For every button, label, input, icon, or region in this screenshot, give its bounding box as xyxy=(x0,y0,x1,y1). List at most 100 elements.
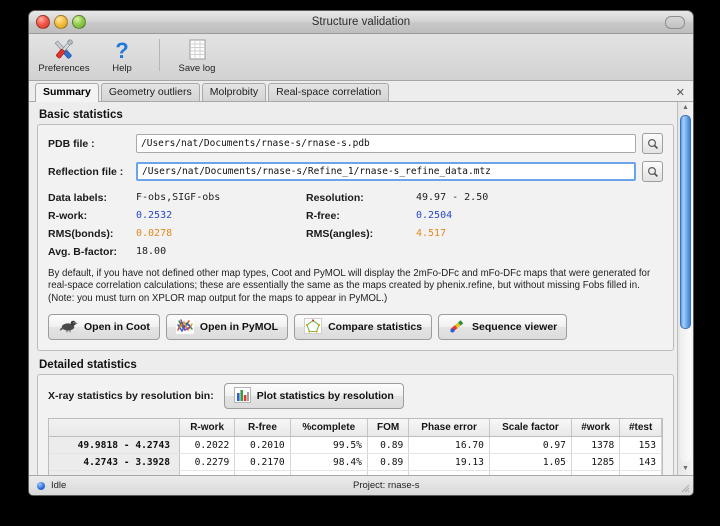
value-r-free: 0.2504 xyxy=(416,210,663,222)
tab-summary[interactable]: Summary xyxy=(35,83,99,102)
status-indicator-icon xyxy=(37,482,45,490)
basic-statistics-grid: Data labels: F-obs,SIGF-obs Resolution: … xyxy=(48,192,663,258)
status-bar: Idle Project: rnase-s xyxy=(29,475,693,495)
label-avg-b-factor: Avg. B-factor: xyxy=(48,246,136,258)
structure-validation-window: Structure validation Preferences xyxy=(28,10,694,496)
magnifier-icon xyxy=(647,166,659,178)
vertical-scrollbar[interactable]: ▲ ▼ xyxy=(677,102,693,475)
tab-real-space-correlation[interactable]: Real-space correlation xyxy=(268,83,389,101)
toolbar-item-save-log[interactable]: Save log xyxy=(168,36,226,74)
col-phase-error: Phase error xyxy=(409,419,490,437)
question-mark-icon: ? xyxy=(111,38,133,62)
compare-statistics-label: Compare statistics xyxy=(328,321,422,333)
cell-fom: 0.89 xyxy=(367,437,408,454)
cell-fom: 0.89 xyxy=(367,454,408,471)
value-data-labels: F-obs,SIGF-obs xyxy=(136,192,306,204)
main-toolbar: Preferences ? Help xyxy=(29,34,693,81)
toolbar-item-help[interactable]: ? Help xyxy=(93,36,151,74)
window-controls xyxy=(36,15,86,29)
cell-r-work: 0.2022 xyxy=(180,437,235,454)
svg-text:?: ? xyxy=(115,38,128,62)
document-grid-icon xyxy=(186,38,208,62)
label-resolution: Resolution: xyxy=(306,192,416,204)
sequence-viewer-label: Sequence viewer xyxy=(472,321,557,333)
open-in-coot-button[interactable]: Open in Coot xyxy=(48,314,160,340)
plot-statistics-button[interactable]: Plot statistics by resolution xyxy=(224,383,404,409)
label-r-free: R-free: xyxy=(306,210,416,222)
scroll-up-arrow-icon[interactable]: ▲ xyxy=(682,102,689,114)
col-fom: FOM xyxy=(367,419,408,437)
close-tab-icon[interactable]: ✕ xyxy=(676,88,685,99)
resolution-bin-table-wrapper: R-work R-free %complete FOM Phase error … xyxy=(48,418,663,475)
resize-grip-icon[interactable] xyxy=(679,482,690,493)
sequence-viewer-button[interactable]: Sequence viewer xyxy=(438,314,567,340)
pdb-file-row: PDB file : /Users/nat/Documents/rnase-s/… xyxy=(48,133,663,154)
sequence-pen-icon xyxy=(448,318,466,337)
reflection-file-label: Reflection file : xyxy=(48,166,136,178)
cell-complete: 98.4% xyxy=(290,454,367,471)
scrollbar-thumb[interactable] xyxy=(680,115,691,329)
basic-statistics-heading: Basic statistics xyxy=(39,109,674,121)
tab-molprobity[interactable]: Molprobity xyxy=(202,83,266,101)
plot-statistics-label: Plot statistics by resolution xyxy=(257,390,394,402)
toolbar-item-preferences[interactable]: Preferences xyxy=(35,36,93,74)
value-avg-b-factor: 18.00 xyxy=(136,246,306,258)
cell-test: 153 xyxy=(620,437,662,454)
col-r-free: R-free xyxy=(235,419,290,437)
summary-panel: Basic statistics PDB file : /Users/nat/D… xyxy=(29,102,677,475)
cell-r-work: 0.2279 xyxy=(180,454,235,471)
toolbar-separator xyxy=(159,39,160,71)
cell-complete: 99.5% xyxy=(290,437,367,454)
zoom-button[interactable] xyxy=(72,15,86,29)
col-work: #work xyxy=(571,419,619,437)
value-rms-angles: 4.517 xyxy=(416,228,663,240)
plot-row-label: X-ray statistics by resolution bin: xyxy=(48,390,214,402)
reflection-file-input[interactable]: /Users/nat/Documents/rnase-s/Refine_1/rn… xyxy=(136,162,636,181)
basic-statistics-panel: PDB file : /Users/nat/Documents/rnase-s/… xyxy=(37,124,674,351)
tab-geometry-outliers[interactable]: Geometry outliers xyxy=(101,83,200,101)
col-complete: %complete xyxy=(290,419,367,437)
minimize-button[interactable] xyxy=(54,15,68,29)
table-row[interactable]: 4.2743 - 3.3928 0.2279 0.2170 98.4% 0.89… xyxy=(49,454,662,471)
open-in-pymol-label: Open in PyMOL xyxy=(200,321,278,333)
detailed-statistics-panel: X-ray statistics by resolution bin: xyxy=(37,374,674,475)
value-r-work: 0.2532 xyxy=(136,210,306,222)
label-rms-angles: RMS(angles): xyxy=(306,228,416,240)
compare-chart-icon xyxy=(304,318,322,337)
close-button[interactable] xyxy=(36,15,50,29)
cell-scale-factor: 0.97 xyxy=(489,437,571,454)
cell-work: 1285 xyxy=(571,454,619,471)
table-row[interactable]: 49.9818 - 4.2743 0.2022 0.2010 99.5% 0.8… xyxy=(49,437,662,454)
cell-bin: 4.2743 - 3.3928 xyxy=(49,454,180,471)
coot-bird-icon xyxy=(58,318,78,336)
col-scale-factor: Scale factor xyxy=(489,419,571,437)
detailed-statistics-heading: Detailed statistics xyxy=(39,359,674,371)
table-body: 49.9818 - 4.2743 0.2022 0.2010 99.5% 0.8… xyxy=(49,437,662,475)
pdb-file-input[interactable]: /Users/nat/Documents/rnase-s/rnase-s.pdb xyxy=(136,134,636,153)
label-rms-bonds: RMS(bonds): xyxy=(48,228,136,240)
tools-icon xyxy=(51,38,77,62)
reflection-browse-button[interactable] xyxy=(642,161,663,182)
compare-statistics-button[interactable]: Compare statistics xyxy=(294,314,432,340)
value-resolution: 49.97 - 2.50 xyxy=(416,192,663,204)
label-data-labels: Data labels: xyxy=(48,192,136,204)
pdb-file-label: PDB file : xyxy=(48,138,136,150)
status-state-label: Idle xyxy=(51,480,66,491)
open-in-pymol-button[interactable]: Open in PyMOL xyxy=(166,314,288,340)
bar-chart-icon xyxy=(234,387,251,406)
cell-work: 1378 xyxy=(571,437,619,454)
reflection-file-row: Reflection file : /Users/nat/Documents/r… xyxy=(48,161,663,182)
table-header-row: R-work R-free %complete FOM Phase error … xyxy=(49,419,662,437)
action-button-row: Open in Coot xyxy=(48,314,663,340)
col-r-work: R-work xyxy=(180,419,235,437)
toolbar-label-preferences: Preferences xyxy=(38,63,89,74)
resolution-bin-table: R-work R-free %complete FOM Phase error … xyxy=(49,419,662,475)
pdb-browse-button[interactable] xyxy=(642,133,663,154)
scroll-down-arrow-icon[interactable]: ▼ xyxy=(682,463,689,475)
cell-scale-factor: 1.05 xyxy=(489,454,571,471)
toolbar-toggle-button[interactable] xyxy=(665,16,685,29)
cell-phase-error: 19.13 xyxy=(409,454,490,471)
value-rms-bonds: 0.0278 xyxy=(136,228,306,240)
window-title: Structure validation xyxy=(29,16,693,28)
maps-note-text: By default, if you have not defined othe… xyxy=(48,268,663,305)
